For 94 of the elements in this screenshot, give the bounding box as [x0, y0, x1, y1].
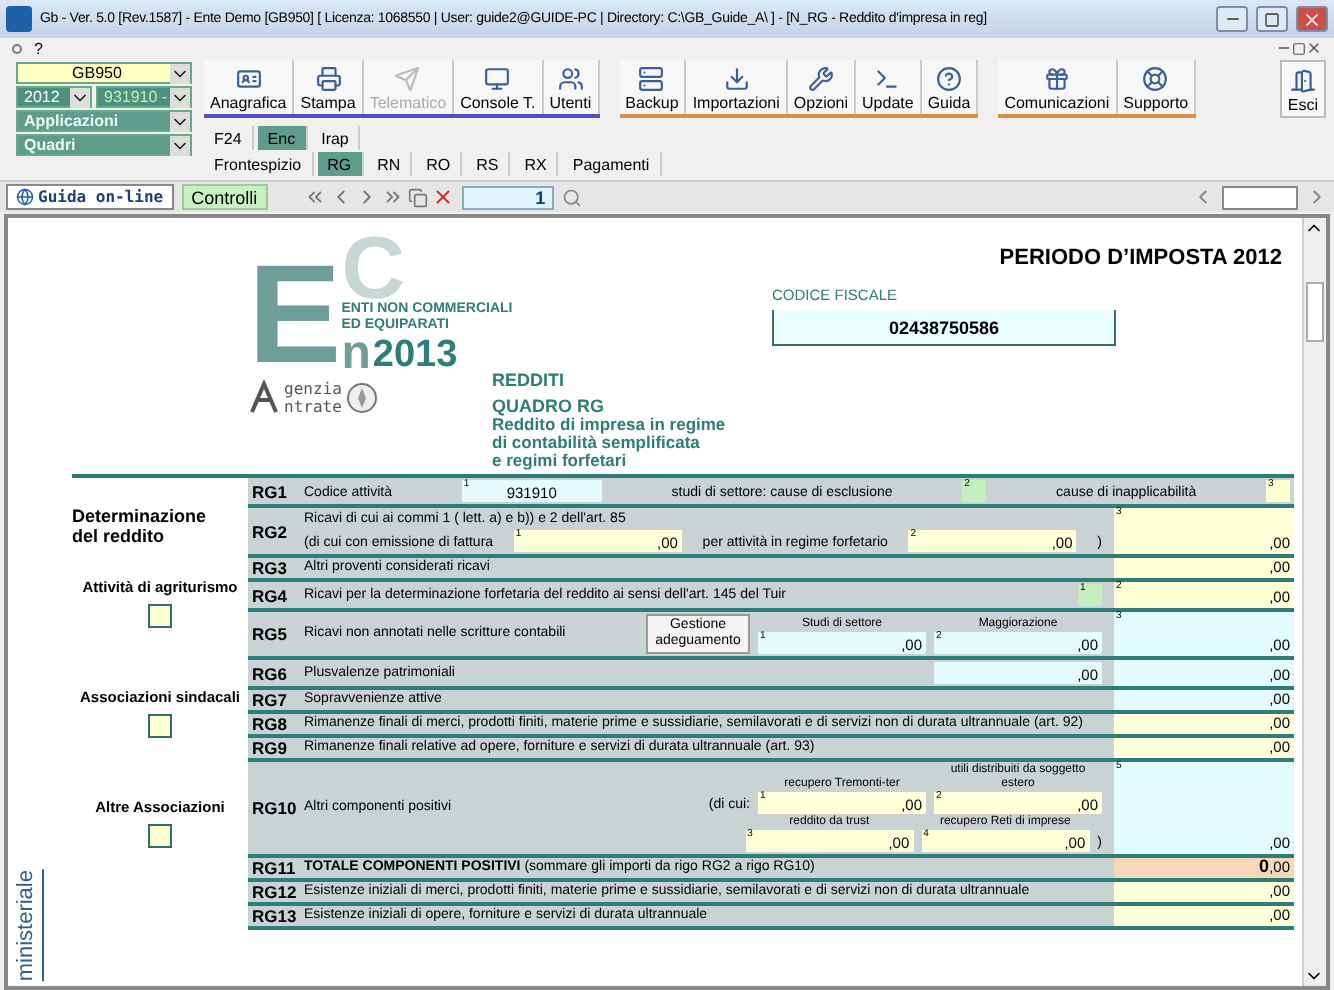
terminal-icon [874, 66, 901, 92]
close-icon [1302, 9, 1322, 29]
caret-icon[interactable] [170, 135, 190, 155]
checkbox[interactable] [148, 714, 172, 738]
field-value: 0 [1259, 858, 1270, 876]
caret-icon[interactable] [170, 87, 190, 107]
form-type: REDDITI [492, 370, 566, 390]
circle-icon [12, 43, 22, 53]
send-icon [394, 66, 421, 92]
search-icon[interactable] [561, 187, 582, 207]
row-code: RG11 [250, 858, 298, 878]
row-code: RG8 [250, 714, 289, 734]
checkbox[interactable] [148, 824, 172, 848]
door-icon [1289, 68, 1316, 94]
logo-year: 2013 [372, 338, 458, 374]
agency-logo-icon [248, 380, 280, 416]
printer-icon [315, 66, 342, 92]
users-icon [557, 66, 584, 92]
maximize-button[interactable] [1256, 6, 1288, 32]
restore-icon[interactable] [1292, 41, 1306, 55]
tab[interactable]: RX [514, 152, 559, 176]
lifebuoy-icon [1142, 66, 1169, 92]
form-subtitle: Reddito di impresa in regime di contabilità semplificata e regimi forfetari [492, 416, 728, 470]
year-select[interactable]: 2012 [16, 86, 92, 108]
row-code: RG3 [250, 558, 289, 578]
row-code: RG5 [250, 622, 289, 648]
agency-text: genzia [284, 380, 342, 398]
emblem-icon [345, 382, 378, 414]
first-page-icon[interactable] [303, 186, 326, 208]
last-page-icon[interactable] [381, 186, 404, 208]
logo-letter: n [341, 334, 371, 374]
tab[interactable]: F24 [204, 126, 254, 150]
checks-button[interactable]: Controlli [181, 184, 268, 210]
tab[interactable]: RN [367, 152, 413, 176]
app-icon [6, 6, 32, 32]
online-help-button[interactable]: Guida on-line [6, 184, 174, 210]
row-code: RG7 [250, 690, 289, 710]
caret-icon[interactable] [70, 87, 90, 107]
toolbar-button[interactable]: Importazioni [686, 60, 788, 114]
scroll-thumb[interactable] [1306, 282, 1324, 342]
tab[interactable]: Irap [311, 126, 361, 150]
row-code: RG1 [250, 479, 289, 504]
toolbar-button[interactable]: Stampa [294, 60, 364, 114]
checkbox[interactable] [147, 604, 172, 628]
tab[interactable]: RS [466, 152, 511, 176]
copy-icon[interactable] [407, 187, 428, 207]
toolbar-button[interactable]: Opzioni [787, 60, 857, 114]
monitor-icon [484, 66, 511, 92]
id-card-icon [235, 66, 262, 92]
margin-label: ministeriale [13, 870, 43, 982]
tab[interactable]: RG [317, 152, 364, 176]
row-code: RG4 [250, 583, 289, 608]
tax-code-field[interactable]: 02438750586 [772, 310, 1116, 346]
row-code: RG13 [250, 906, 299, 926]
caret-icon[interactable] [170, 111, 190, 131]
maximize-icon [1264, 11, 1280, 27]
toolbar-button[interactable]: Backup [619, 60, 687, 114]
close-icon[interactable] [1306, 40, 1322, 56]
toolbar-button[interactable]: Update [856, 60, 922, 114]
toolbar-button[interactable]: Console T. [454, 60, 544, 114]
row-code: RG10 [250, 796, 299, 822]
tab[interactable]: RO [416, 152, 463, 176]
section-heading: Determinazione del reddito [72, 506, 209, 546]
exit-button[interactable]: Esci [1279, 60, 1326, 118]
help-menu[interactable]: ? [34, 39, 43, 57]
toolbar-button[interactable]: Anagrafica [204, 60, 295, 114]
logo-letter: E [248, 254, 342, 374]
toolbar-button[interactable]: Supporto [1117, 60, 1197, 114]
row-code: RG12 [250, 882, 299, 902]
agency-text: ntrate [284, 398, 342, 416]
row-code: RG6 [250, 661, 289, 686]
close-button[interactable] [1296, 6, 1328, 32]
row-code: RG2 [250, 519, 289, 545]
minimize-button[interactable] [1216, 6, 1248, 32]
tab[interactable]: Pagamenti [562, 152, 662, 176]
wrench-icon [807, 66, 834, 92]
form-section: QUADRO RG [492, 396, 772, 416]
delete-icon[interactable] [431, 186, 454, 208]
toolbar-button[interactable]: Guida [921, 60, 979, 114]
caret-icon[interactable] [170, 63, 190, 83]
gift-icon [1043, 66, 1070, 92]
tax-period: PERIODO D’IMPOSTA 2012 [999, 246, 1284, 270]
page-field[interactable]: 1 [461, 185, 554, 209]
help-icon [936, 66, 962, 92]
input-field[interactable] [1222, 185, 1298, 209]
download-icon [723, 66, 750, 92]
toolbar-button[interactable]: Utenti [543, 60, 600, 114]
tab[interactable]: Enc [257, 126, 308, 150]
tab[interactable]: Frontespizio [204, 152, 314, 176]
company-select[interactable]: GB950 [16, 62, 192, 84]
row-code: RG9 [250, 738, 289, 758]
server-icon [638, 66, 665, 92]
toolbar-button[interactable]: Comunicazioni [998, 60, 1118, 114]
globe-icon [16, 188, 34, 206]
